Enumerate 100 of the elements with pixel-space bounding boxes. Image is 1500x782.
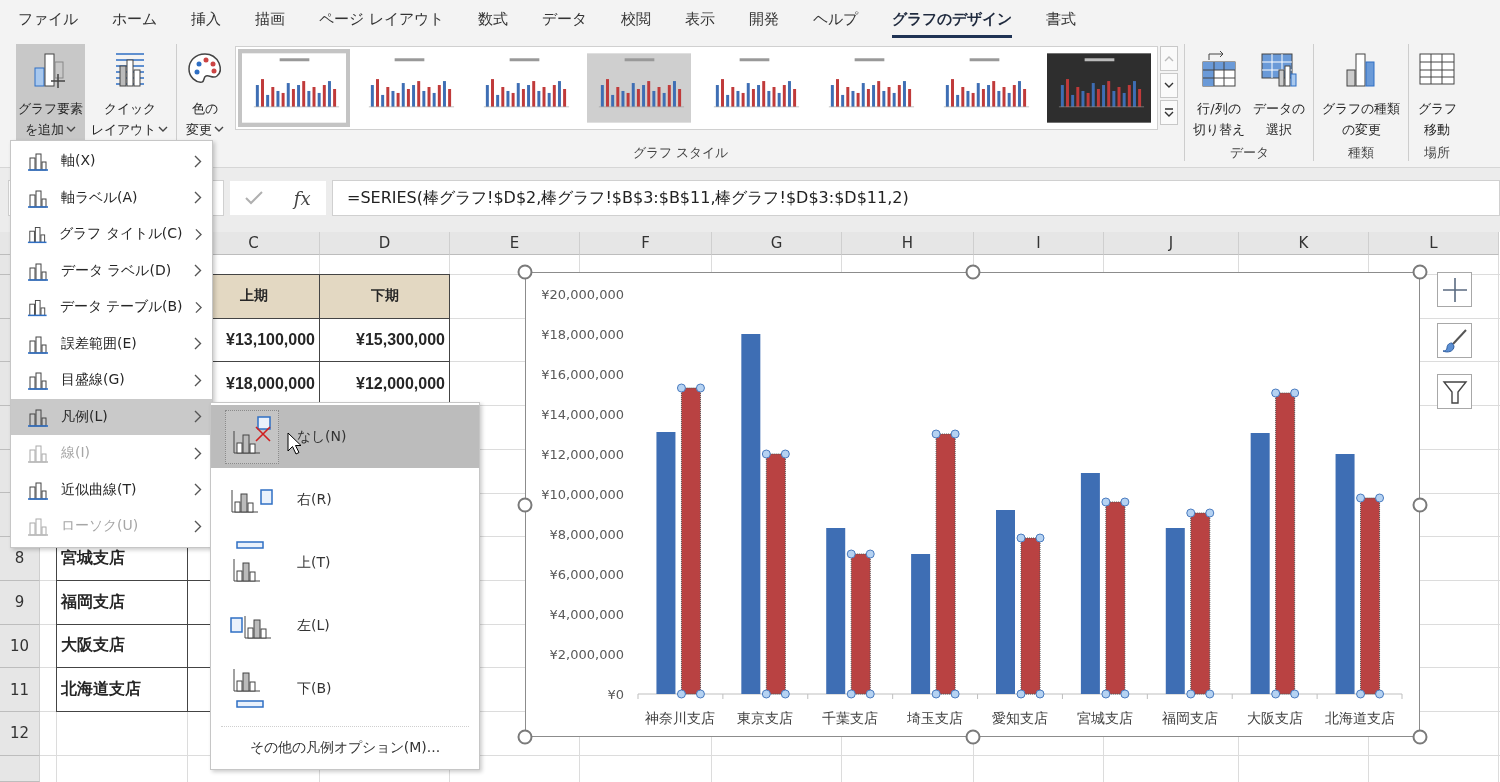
column-header[interactable]: K (1239, 232, 1369, 255)
selection-handle[interactable] (865, 549, 875, 559)
check-icon[interactable] (245, 191, 264, 205)
column-header[interactable]: L (1369, 232, 1499, 255)
ribbon-button[interactable]: クイック レイアウト (89, 44, 170, 144)
formula-input[interactable]: =SERIES(棒グラフ!$D$2,棒グラフ!$B$3:$B$11,棒グラフ!$D$3:$D$11,2) (332, 180, 1500, 216)
selection-handle[interactable] (1120, 689, 1130, 699)
selection-handle[interactable] (1186, 689, 1196, 699)
ribbon-tab[interactable]: 挿入 (191, 0, 221, 38)
legend-option-item[interactable]: 右(R) (211, 468, 479, 531)
chart-style-thumbnail[interactable] (238, 49, 350, 127)
selection-handle[interactable] (1205, 689, 1215, 699)
menu-item[interactable]: 軸ラベル(A) (11, 179, 212, 216)
selection-handle[interactable] (695, 383, 705, 393)
legend-option-item[interactable]: 下(B) (211, 657, 479, 720)
ribbon-button[interactable]: 行/列の 切り替え (1191, 44, 1247, 144)
selection-handle[interactable] (1290, 689, 1300, 699)
chevron-right-icon (194, 227, 202, 241)
selection-handle[interactable] (1205, 508, 1215, 518)
resize-handle[interactable] (965, 264, 980, 280)
legend-option-item[interactable]: 左(L) (211, 594, 479, 657)
selection-handle[interactable] (761, 689, 771, 699)
ribbon-tab[interactable]: データ (541, 0, 587, 38)
selection-handle[interactable] (1016, 533, 1026, 543)
selection-handle[interactable] (1356, 689, 1366, 699)
selection-handle[interactable] (1101, 497, 1111, 507)
selection-handle[interactable] (695, 689, 705, 699)
ribbon-tab[interactable]: 描画 (255, 0, 285, 38)
selection-handle[interactable] (676, 689, 686, 699)
ribbon-tab[interactable]: 開発 (748, 0, 779, 38)
selection-handle[interactable] (931, 689, 941, 699)
menu-item[interactable]: 凡例(L) (11, 398, 212, 435)
gallery-expand-button[interactable] (1160, 100, 1178, 125)
ribbon-button[interactable]: グラフ 移動 (1415, 44, 1459, 144)
selection-handle[interactable] (1035, 533, 1045, 543)
ribbon-tab[interactable]: 校閲 (620, 0, 651, 38)
selection-handle[interactable] (950, 429, 960, 439)
resize-handle[interactable] (517, 729, 533, 745)
selection-handle[interactable] (931, 429, 941, 439)
selection-handle[interactable] (1186, 508, 1196, 518)
selection-handle[interactable] (1356, 493, 1366, 503)
chart-tool-button[interactable] (1437, 272, 1472, 307)
selection-handle[interactable] (846, 549, 856, 559)
ribbon-tab[interactable]: 数式 (477, 0, 508, 38)
group-label: 場所 (1424, 144, 1450, 162)
row-header[interactable]: 12 (0, 711, 40, 756)
ribbon-tab[interactable]: ページ レイアウト (319, 0, 444, 38)
menu-item[interactable]: その他の凡例オプション(M)... (221, 726, 469, 763)
ribbon-tab[interactable]: ヘルプ (812, 0, 858, 38)
selection-handle[interactable] (780, 689, 790, 699)
chart-area[interactable]: ¥0 ¥2,000,000 ¥4,000,000 ¥6,000,000 ¥8,000,000 ¥10,000,000 ¥12,000,000 ¥14,000,000 ¥16,000,000 ¥18,000,000 ¥20,000,000 神奈川支店 東京支店 千葉支店 埼玉支店 愛知支店 宮城支店 福岡支店 大阪支店 北海道支店 (525, 272, 1420, 737)
selection-handle[interactable] (1120, 497, 1130, 507)
chart-tool-button[interactable] (1437, 374, 1472, 409)
selection-handle[interactable] (1375, 493, 1385, 503)
menu-item[interactable]: 近似曲線(T) (11, 471, 212, 508)
column-header[interactable]: J (1104, 232, 1239, 255)
column-header[interactable]: F (580, 232, 712, 255)
selection-handle[interactable] (1271, 388, 1281, 398)
legend-option-item[interactable]: なし(N) (211, 405, 479, 468)
selection-handle[interactable] (761, 449, 771, 459)
selection-handle[interactable] (846, 689, 856, 699)
ribbon-button[interactable]: データの 選択 (1251, 44, 1307, 144)
selection-handle[interactable] (865, 689, 875, 699)
table-header-cell: 下期 (319, 274, 450, 319)
chart-tool-button[interactable] (1437, 323, 1472, 358)
legend-option-item[interactable]: 上(T) (211, 531, 479, 594)
selection-handle[interactable] (1271, 689, 1281, 699)
insert-function-button[interactable]: fx (293, 187, 311, 209)
selection-handle[interactable] (676, 383, 686, 393)
caret-icon (158, 126, 168, 133)
selection-handle[interactable] (950, 689, 960, 699)
ribbon-tab[interactable]: ホーム (112, 0, 157, 38)
table-cell: 北海道支店 (56, 667, 188, 712)
resize-handle[interactable] (1412, 264, 1428, 280)
row-header[interactable]: 11 (0, 668, 40, 712)
group-label: データ (1229, 144, 1269, 162)
resize-handle[interactable] (517, 264, 533, 280)
ribbon-tab[interactable]: 書式 (1045, 0, 1076, 38)
selection-handle[interactable] (1290, 388, 1300, 398)
menu-item[interactable]: 軸(X) (11, 143, 212, 180)
chevron-right-icon (194, 154, 202, 168)
gallery-scroll-down-button[interactable] (1160, 73, 1178, 98)
column-header[interactable]: G (712, 232, 842, 255)
column-header[interactable]: E (450, 232, 580, 255)
category-label: 福岡支店 (1161, 710, 1218, 726)
selection-handle[interactable] (1101, 689, 1111, 699)
row-header[interactable]: 10 (0, 624, 40, 669)
row-header[interactable]: 9 (0, 580, 40, 625)
selection-handle[interactable] (1016, 689, 1026, 699)
ribbon-button[interactable]: グラフの種類 の変更 (1320, 44, 1402, 144)
resize-handle[interactable] (1412, 729, 1428, 745)
selection-handle[interactable] (1035, 689, 1045, 699)
column-header[interactable]: I (974, 232, 1104, 255)
selection-handle[interactable] (1375, 689, 1385, 699)
selection-handle[interactable] (780, 449, 790, 459)
resize-handle[interactable] (517, 497, 533, 512)
ribbon-tab[interactable]: 表示 (684, 0, 715, 38)
column-header[interactable]: H (842, 232, 974, 255)
ribbon-tab[interactable]: ファイル (18, 0, 78, 38)
column-header[interactable]: D (320, 232, 450, 255)
